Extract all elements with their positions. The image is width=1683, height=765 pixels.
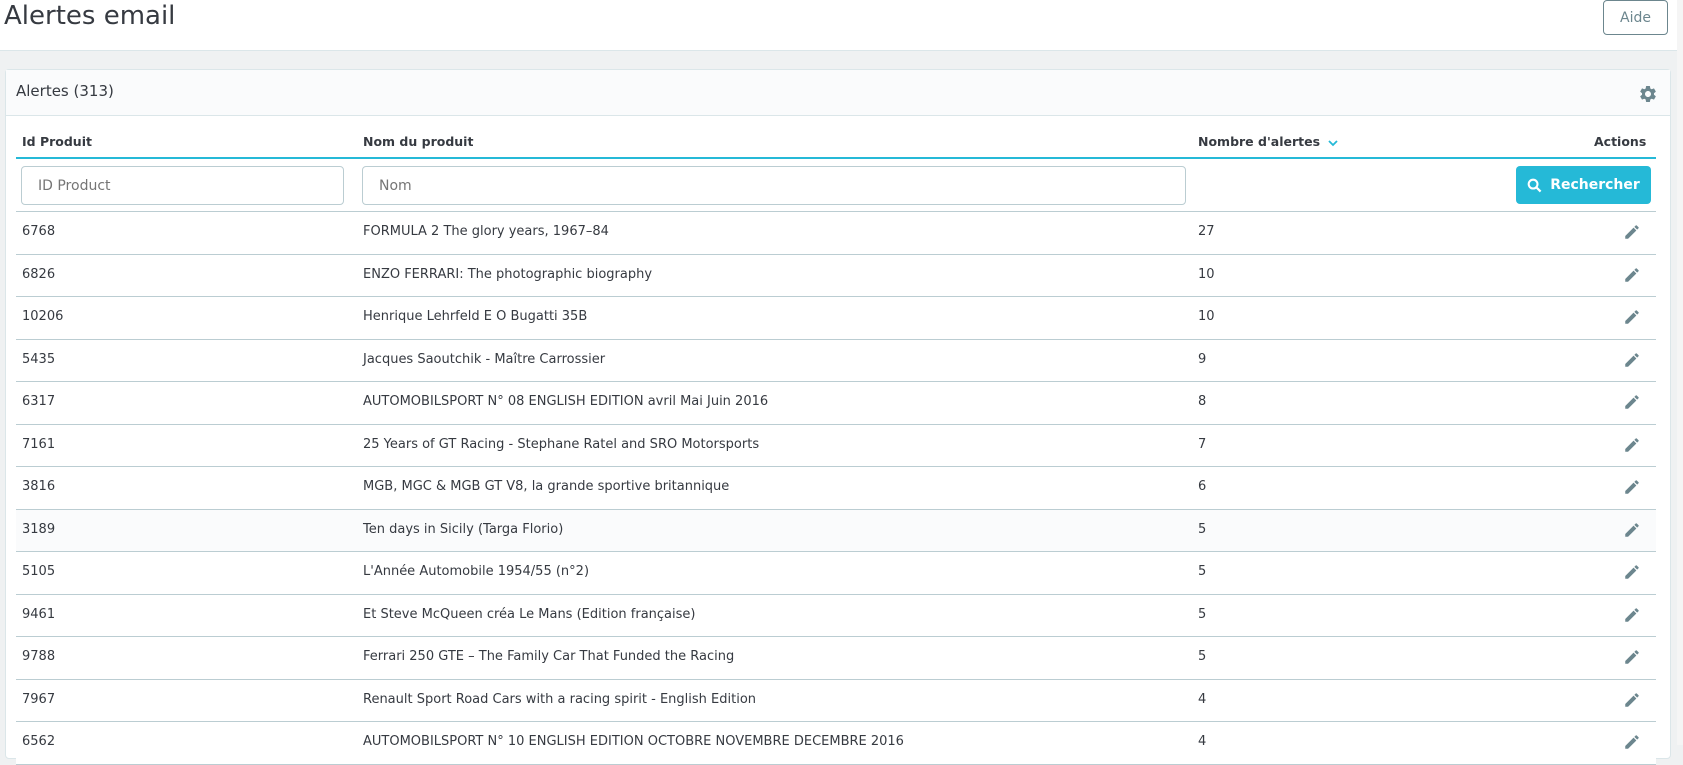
table-row[interactable]: 5105 L'Année Automobile 1954/55 (n°2) 5	[16, 552, 1656, 595]
cell-product-id: 3189	[22, 521, 56, 537]
pencil-icon[interactable]	[1623, 436, 1641, 454]
cell-product-id: 10206	[22, 309, 64, 324]
cell-alert-count: 27	[1198, 224, 1215, 239]
cell-alert-count: 10	[1198, 309, 1215, 324]
cell-product-id: 6562	[22, 734, 56, 749]
cell-product-name: AUTOMOBILSPORT N° 10 ENGLISH EDITION OCT…	[363, 734, 904, 749]
table-row[interactable]: 6768 FORMULA 2 The glory years, 1967–84 27	[16, 212, 1656, 255]
cell-product-name: Jacques Saoutchik - Maître Carrossier	[363, 351, 606, 367]
gear-icon[interactable]	[1638, 84, 1658, 104]
cell-product-name: Et Steve McQueen créa Le Mans (Edition f…	[363, 606, 696, 622]
cell-product-id: 7161	[22, 436, 56, 452]
cell-alert-count: 5	[1198, 564, 1207, 579]
id-product-filter-input[interactable]	[21, 166, 344, 205]
cell-product-id: 3816	[22, 479, 56, 494]
cell-product-name: Ferrari 250 GTE – The Family Car That Fu…	[363, 649, 735, 664]
pencil-icon[interactable]	[1623, 308, 1641, 326]
cell-alert-count: 9	[1198, 351, 1207, 367]
page-scrollbar[interactable]	[1677, 0, 1683, 745]
search-button-label: Rechercher	[1550, 177, 1640, 193]
filter-row: Rechercher	[16, 159, 1656, 212]
cell-product-id: 9788	[22, 649, 56, 664]
pencil-icon[interactable]	[1623, 393, 1641, 411]
table-row[interactable]: 3816 MGB, MGC & MGB GT V8, la grande spor…	[16, 467, 1656, 510]
pencil-icon[interactable]	[1623, 478, 1641, 496]
cell-product-name: ENZO FERRARI: The photographic biography	[363, 266, 653, 282]
cell-product-name: FORMULA 2 The glory years, 1967–84	[363, 224, 609, 239]
cell-product-id: 5105	[22, 564, 56, 579]
cell-product-name: Henrique Lehrfeld E O Bugatti 35B	[363, 309, 588, 324]
cell-alert-count: 5	[1198, 521, 1207, 537]
pencil-icon[interactable]	[1623, 606, 1641, 624]
help-button[interactable]: Aide	[1603, 0, 1668, 35]
pencil-icon[interactable]	[1623, 691, 1641, 709]
table-row[interactable]: 6826 ENZO FERRARI: The photographic biogr…	[16, 254, 1656, 297]
table-header-row: Id Produit Nom du produit Nombre d'alert…	[16, 116, 1656, 159]
search-button[interactable]: Rechercher	[1516, 166, 1651, 204]
cell-alert-count: 5	[1198, 606, 1207, 622]
page-title: Alertes email	[4, 1, 176, 31]
pencil-icon[interactable]	[1623, 563, 1641, 581]
cell-alert-count: 5	[1198, 649, 1207, 664]
cell-product-id: 5435	[22, 351, 56, 367]
page-header: Alertes email Aide	[0, 0, 1677, 51]
alerts-table: Id Produit Nom du produit Nombre d'alert…	[16, 116, 1656, 765]
cell-alert-count: 6	[1198, 479, 1207, 494]
table-row[interactable]: 5435 Jacques Saoutchik - Maître Carrossie…	[16, 339, 1656, 382]
column-header-id[interactable]: Id Produit	[22, 134, 92, 149]
pencil-icon[interactable]	[1623, 648, 1641, 666]
pencil-icon[interactable]	[1623, 733, 1641, 751]
cell-product-name: 25 Years of GT Racing - Stephane Ratel a…	[363, 436, 760, 452]
cell-product-id: 9461	[22, 606, 56, 622]
alerts-card: Alertes (313) Id Produit Nom du produit …	[5, 69, 1671, 765]
cell-product-name: AUTOMOBILSPORT N° 08 ENGLISH EDITION avr…	[363, 394, 769, 409]
product-name-filter-input[interactable]	[362, 166, 1186, 205]
table-row[interactable]: 7161 25 Years of GT Racing - Stephane Rat…	[16, 424, 1656, 467]
column-header-actions: Actions	[1594, 134, 1647, 149]
pencil-icon[interactable]	[1623, 351, 1641, 369]
cell-product-name: L'Année Automobile 1954/55 (n°2)	[363, 564, 590, 579]
table-row[interactable]: 6317 AUTOMOBILSPORT N° 08 ENGLISH EDITION…	[16, 382, 1656, 425]
column-header-name[interactable]: Nom du produit	[363, 134, 473, 149]
cell-product-id: 6826	[22, 266, 56, 282]
cell-product-name: Ten days in Sicily (Targa Florio)	[363, 521, 564, 537]
cell-alert-count: 4	[1198, 734, 1207, 749]
column-header-count[interactable]: Nombre d'alertes	[1198, 134, 1338, 149]
cell-alert-count: 7	[1198, 436, 1207, 452]
column-header-count-label: Nombre d'alertes	[1198, 134, 1321, 149]
pencil-icon[interactable]	[1623, 223, 1641, 241]
cell-product-name: MGB, MGC & MGB GT V8, la grande sportive…	[363, 479, 730, 494]
cell-product-id: 6317	[22, 394, 56, 409]
table-row[interactable]: 3189 Ten days in Sicily (Targa Florio) 5	[16, 509, 1656, 552]
card-title: Alertes (313)	[16, 82, 114, 100]
pencil-icon[interactable]	[1623, 266, 1641, 284]
table-row[interactable]: 6562 AUTOMOBILSPORT N° 10 ENGLISH EDITION…	[16, 722, 1656, 765]
cell-product-id: 6768	[22, 224, 56, 239]
table-row[interactable]: 9788 Ferrari 250 GTE – The Family Car Tha…	[16, 637, 1656, 680]
search-icon	[1527, 178, 1542, 192]
cell-product-id: 7967	[22, 691, 56, 707]
table-row[interactable]: 10206 Henrique Lehrfeld E O Bugatti 35B 10	[16, 297, 1656, 340]
cell-alert-count: 10	[1198, 266, 1215, 282]
cell-alert-count: 8	[1198, 394, 1207, 409]
pencil-icon[interactable]	[1623, 521, 1641, 539]
card-header: Alertes (313)	[6, 70, 1670, 116]
cell-product-name: Renault Sport Road Cars with a racing sp…	[363, 691, 757, 707]
table-body: 6768 FORMULA 2 The glory years, 1967–84 27…	[16, 212, 1656, 765]
table-row[interactable]: 9461 Et Steve McQueen créa Le Mans (Editi…	[16, 594, 1656, 637]
table-row[interactable]: 7967 Renault Sport Road Cars with a racin…	[16, 679, 1656, 722]
cell-alert-count: 4	[1198, 691, 1207, 707]
chevron-down-icon[interactable]	[1328, 139, 1338, 147]
